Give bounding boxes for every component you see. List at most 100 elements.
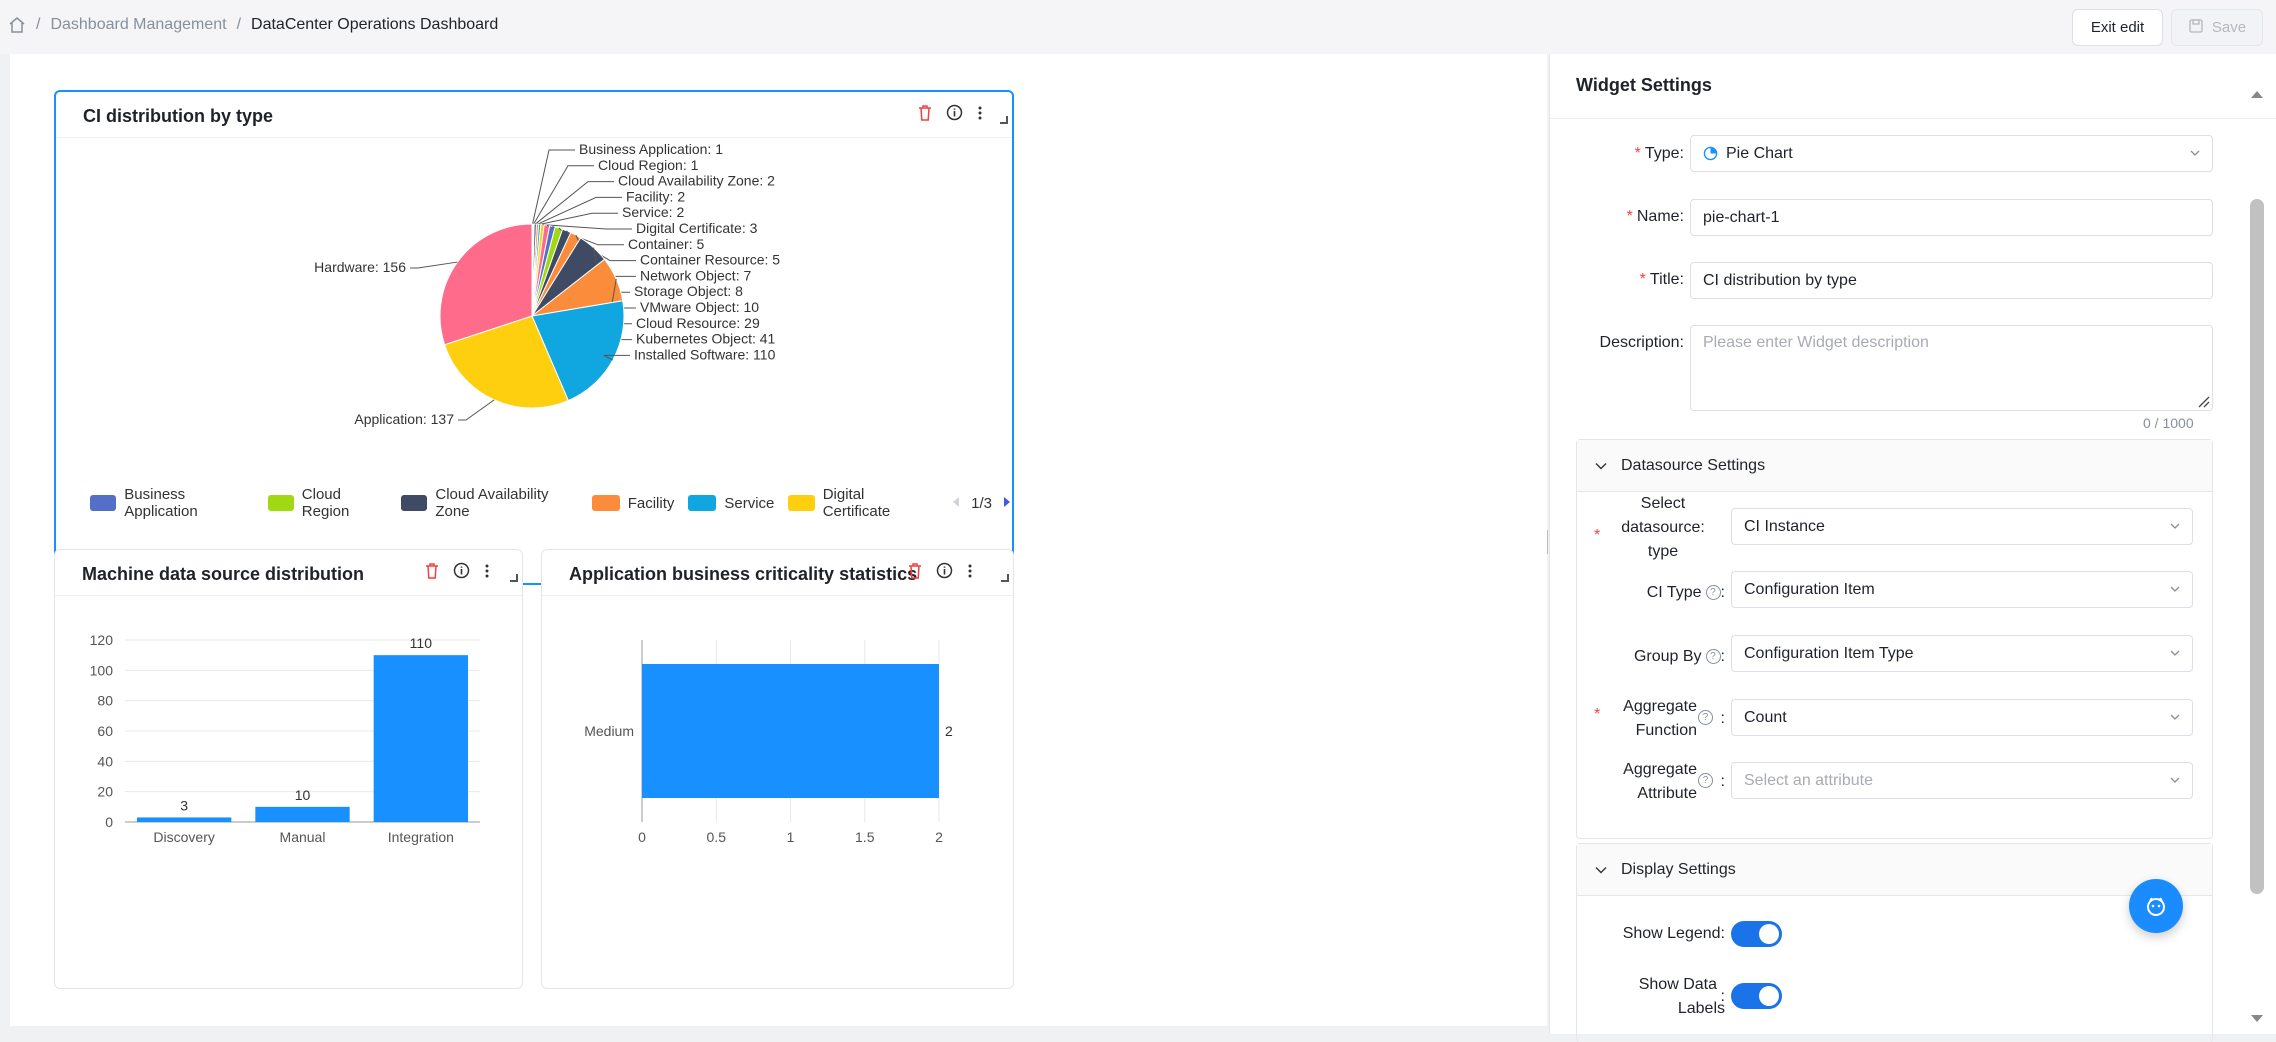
- dashboard-canvas: CI distribution by type Business Applica…: [10, 54, 1547, 1026]
- bar-value-label: 3: [180, 797, 188, 813]
- scroll-thumb[interactable]: [2250, 199, 2264, 894]
- group-by-label: Group By?:: [1633, 648, 1725, 665]
- home-icon[interactable]: [8, 16, 26, 34]
- x-tick-label: Discovery: [153, 829, 214, 845]
- help-icon[interactable]: ?: [1698, 710, 1713, 725]
- scroll-down-icon[interactable]: [2250, 1014, 2264, 1024]
- show-data-labels-toggle[interactable]: [1731, 983, 1782, 1009]
- delete-icon[interactable]: [908, 562, 922, 584]
- display-section-header[interactable]: Display Settings: [1577, 844, 2212, 896]
- pie-data-label: Container Resource: 5: [640, 252, 780, 268]
- chevron-down-icon: [1595, 866, 1607, 873]
- info-icon[interactable]: [946, 104, 963, 126]
- datasource-section-header[interactable]: Datasource Settings: [1577, 440, 2212, 492]
- datasource-type-select[interactable]: CI Instance: [1731, 508, 2193, 545]
- bar: [137, 817, 232, 822]
- legend-label: Cloud Region: [301, 486, 350, 520]
- resize-handle[interactable]: [510, 574, 518, 582]
- widget-header-divider: [56, 137, 1012, 138]
- save-button[interactable]: Save: [2171, 9, 2263, 46]
- ci-type-label: CI Type?:: [1646, 584, 1725, 601]
- title-label: * Title:: [1639, 271, 1684, 288]
- legend-item[interactable]: Cloud Availability Zone: [401, 486, 578, 520]
- pie-leader-line: [539, 212, 618, 225]
- legend-swatch: [401, 495, 428, 511]
- legend-item[interactable]: Cloud Region: [267, 486, 388, 520]
- legend-label: Business Application: [124, 486, 198, 520]
- legend-swatch: [267, 495, 294, 511]
- show-legend-label: Show Legend:: [1622, 925, 1725, 942]
- legend-item[interactable]: Business Application: [90, 486, 254, 520]
- description-counter: 0 / 1000: [2143, 415, 2194, 431]
- bar-value-label: 2: [945, 723, 953, 739]
- pie-data-label: Business Application: 1: [579, 142, 723, 157]
- widget-actions: [918, 104, 983, 126]
- widget-header-divider: [55, 595, 522, 596]
- show-legend-toggle[interactable]: [1731, 921, 1782, 947]
- y-tick-label: 120: [90, 632, 114, 648]
- breadcrumb-dashboard-management[interactable]: Dashboard Management: [50, 16, 226, 34]
- resize-handle[interactable]: [1000, 116, 1008, 124]
- panel-divider: [1550, 118, 2276, 119]
- pie-data-label: VMware Object: 10: [640, 299, 759, 315]
- legend-pager: 1/3: [951, 495, 1012, 512]
- aggregate-attribute-select[interactable]: Select an attribute: [1731, 762, 2193, 799]
- info-icon[interactable]: [936, 562, 953, 584]
- x-tick-label: Manual: [280, 829, 326, 845]
- x-tick-label: 0: [638, 829, 646, 845]
- pie-chart-widget[interactable]: CI distribution by type Business Applica…: [54, 90, 1014, 585]
- group-by-select[interactable]: Configuration Item Type: [1731, 635, 2193, 672]
- help-icon[interactable]: ?: [1705, 649, 1721, 665]
- pie-data-label: Hardware: 156: [314, 259, 406, 275]
- save-icon: [2188, 18, 2204, 38]
- legend-item[interactable]: Service: [688, 495, 774, 512]
- more-icon[interactable]: [484, 563, 490, 584]
- bar: [255, 806, 350, 822]
- required-mark: *: [1594, 527, 1601, 544]
- pager-prev-icon[interactable]: [951, 495, 961, 512]
- group-by-value: Configuration Item Type: [1744, 644, 1914, 662]
- y-tick-label: 100: [90, 662, 114, 678]
- title-input-value: CI distribution by type: [1703, 271, 1857, 289]
- legend-item[interactable]: Digital Certificate: [788, 486, 929, 520]
- name-input[interactable]: pie-chart-1: [1690, 199, 2213, 236]
- delete-icon[interactable]: [425, 562, 439, 584]
- machine-source-widget[interactable]: Machine data source distribution 0 20 40 60…: [54, 549, 523, 989]
- panel-title: Widget Settings: [1576, 75, 1712, 95]
- breadcrumb-separator: /: [236, 16, 242, 33]
- aggregate-function-select[interactable]: Count: [1731, 699, 2193, 736]
- chevron-down-icon: [1595, 462, 1607, 469]
- title-input[interactable]: CI distribution by type: [1690, 262, 2213, 299]
- type-select[interactable]: Pie Chart: [1690, 135, 2213, 172]
- more-icon[interactable]: [977, 105, 983, 126]
- x-tick-label: 2: [935, 829, 943, 845]
- delete-icon[interactable]: [918, 104, 932, 126]
- more-icon[interactable]: [967, 563, 973, 584]
- datasource-type-label: Select datasource: type: [1621, 495, 1705, 560]
- assistant-button[interactable]: [2129, 879, 2183, 933]
- exit-edit-button[interactable]: Exit edit: [2072, 9, 2163, 46]
- legend-item[interactable]: Facility: [591, 495, 674, 512]
- show-data-labels-label: Show Data Labels :: [1638, 976, 1725, 1017]
- x-tick-label: Integration: [388, 829, 454, 845]
- type-select-value: Pie Chart: [1726, 144, 1793, 162]
- help-icon[interactable]: ?: [1705, 585, 1721, 601]
- panel-scrollbar[interactable]: [2245, 89, 2267, 1034]
- datasource-section-title: Datasource Settings: [1621, 456, 1766, 474]
- resize-grip-icon[interactable]: [2196, 394, 2210, 408]
- info-icon[interactable]: [453, 562, 470, 584]
- scroll-up-icon[interactable]: [2250, 89, 2264, 99]
- widget-actions: [425, 562, 490, 584]
- save-label: Save: [2211, 19, 2247, 36]
- pager-next-icon[interactable]: [1002, 495, 1012, 512]
- pie-data-label: Network Object: 7: [640, 267, 751, 283]
- widget-header-divider: [542, 595, 1013, 596]
- x-tick-label: 0.5: [707, 829, 727, 845]
- resize-handle[interactable]: [1001, 574, 1009, 582]
- help-icon[interactable]: ?: [1698, 773, 1713, 788]
- description-textarea[interactable]: Please enter Widget description: [1690, 325, 2213, 411]
- pie-leader-line: [533, 165, 594, 225]
- criticality-widget[interactable]: Application business criticality statist…: [541, 549, 1014, 989]
- breadcrumb-separator: /: [36, 16, 41, 33]
- ci-type-select[interactable]: Configuration Item: [1731, 571, 2193, 608]
